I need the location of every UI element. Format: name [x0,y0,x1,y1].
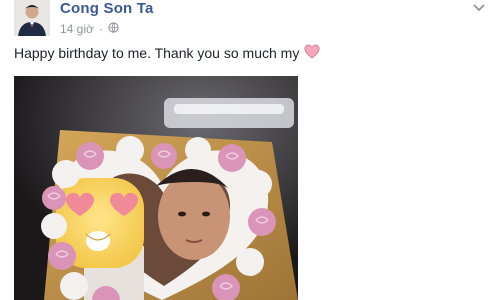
birthday-cake-image [14,76,298,300]
author-name[interactable]: Cong Son Ta [60,0,154,17]
avatar[interactable] [14,0,50,36]
timestamp[interactable]: 14 giờ [60,22,94,36]
status-text: Happy birthday to me. Thank you so much … [14,45,300,61]
chevron-down-icon[interactable] [472,0,486,12]
post-meta: 14 giờ · [60,22,119,36]
post-photo[interactable] [14,76,298,300]
facebook-post: Cong Son Ta 14 giờ · Happy birthday to m… [0,0,500,300]
heart-icon [304,44,320,62]
separator-dot: · [98,22,103,36]
profile-photo [14,0,50,36]
globe-icon[interactable] [108,22,119,36]
status-message: Happy birthday to me. Thank you so much … [14,44,320,62]
